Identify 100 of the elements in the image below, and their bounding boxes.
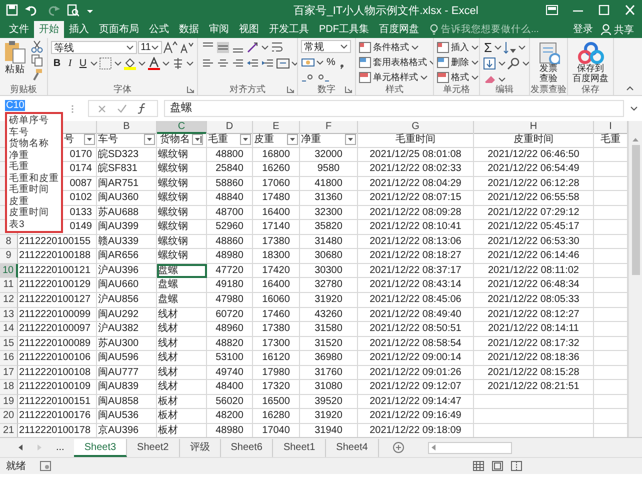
table-cell: 49180 <box>207 278 253 294</box>
table-cell: 螺纹钢 <box>157 176 207 192</box>
table-cell: 线材 <box>157 336 207 352</box>
table-cell: 盘螺 <box>157 293 207 308</box>
table-cell: 皖SF831 <box>97 162 157 177</box>
table-cell: 螺纹钢 <box>157 162 207 177</box>
table-cell: 17320 <box>253 380 300 395</box>
table-cell: 48800 <box>207 148 253 162</box>
group-label: 保存 <box>582 82 600 96</box>
group-label: 样式 <box>386 82 404 96</box>
table-cell: 48980 <box>207 249 253 264</box>
table-cell: 2112220100129 <box>18 278 97 294</box>
table-cell: 2021/12/22 08:15:28 <box>474 366 594 380</box>
table-cell: 螺纹钢 <box>157 191 207 206</box>
table-cell: 赣AU339 <box>97 234 157 250</box>
table-cell: 31920 <box>300 293 358 308</box>
table-cell: 2112220100127 <box>18 293 97 308</box>
table-cell: 皖SD323 <box>97 148 157 162</box>
table-cell: 31360 <box>300 191 358 206</box>
table-cell: 2021/12/22 06:54:49 <box>474 162 594 177</box>
table-cell: 2112220100151 <box>18 394 97 410</box>
table-cell: 苏AU300 <box>97 336 157 352</box>
table-cell: 16500 <box>253 394 300 410</box>
table-cell: 2021/12/22 09:16:49 <box>358 409 474 424</box>
table-cell: 线材 <box>157 351 207 366</box>
table-cell: 板材 <box>157 409 207 424</box>
group-label: 剪贴板 <box>10 82 37 96</box>
table-cell: 16060 <box>253 293 300 308</box>
table-cell: 螺纹钢 <box>157 234 207 250</box>
table-cell: 36980 <box>300 351 358 366</box>
table-cell: 闽AU292 <box>97 308 157 322</box>
table-cell: 2021/12/22 08:50:51 <box>358 322 474 337</box>
group-label: 字体 <box>114 82 132 96</box>
table-cell: 2021/12/22 08:13:06 <box>358 234 474 250</box>
window-title: 百家号_IT小人物示例文件.xlsx - Excel <box>292 4 480 18</box>
table-cell: 17060 <box>253 176 300 192</box>
table-cell: 2112220100106 <box>18 351 97 366</box>
table-cell: 32300 <box>300 206 358 220</box>
table-cell: 2021/12/22 06:46:50 <box>474 148 594 162</box>
header-cell: 号 <box>64 133 74 147</box>
table-cell: 16800 <box>253 148 300 162</box>
table-cell: 17300 <box>253 336 300 352</box>
table-cell: 58860 <box>207 176 253 192</box>
table-cell: 31480 <box>300 234 358 250</box>
table-cell: 2021/12/22 08:45:06 <box>358 293 474 308</box>
table-cell: 螺纹钢 <box>157 206 207 220</box>
header-cell: 货物名 <box>160 133 190 147</box>
table-cell: 2021/12/22 08:12:27 <box>474 308 594 322</box>
table-cell: 2021/12/22 09:12:07 <box>358 380 474 395</box>
table-cell: 30680 <box>300 249 358 264</box>
table-cell: 闽AR656 <box>97 249 157 264</box>
group-label: 单元格 <box>443 82 470 96</box>
table-cell: 闽AU596 <box>97 351 157 366</box>
table-cell: 2112220100097 <box>18 322 97 337</box>
table-cell: 56020 <box>207 394 253 410</box>
table-cell: 35820 <box>300 220 358 235</box>
table-cell: 48860 <box>207 234 253 250</box>
table-cell: 32780 <box>300 278 358 294</box>
table-cell: 2021/12/22 08:17:32 <box>474 336 594 352</box>
table-cell: 17480 <box>253 191 300 206</box>
table-cell: 16120 <box>253 351 300 366</box>
table-cell: 2112220100089 <box>18 336 97 352</box>
table-cell: 2021/12/22 08:58:54 <box>358 336 474 352</box>
table-cell: 2021/12/22 08:43:14 <box>358 278 474 294</box>
table-cell: 31760 <box>300 366 358 380</box>
table-cell: 闽AU399 <box>97 220 157 235</box>
table-cell: 2021/12/22 06:14:46 <box>474 249 594 264</box>
table-cell: 2021/12/22 08:11:02 <box>474 264 594 278</box>
table-cell: 47720 <box>207 264 253 278</box>
table-cell: 2021/12/22 09:00:14 <box>358 351 474 366</box>
table-cell: 2021/12/22 06:48:34 <box>474 278 594 294</box>
table-cell: 2021/12/22 08:09:28 <box>358 206 474 220</box>
table-cell: 2021/12/22 06:55:58 <box>474 191 594 206</box>
table-cell: 17420 <box>253 264 300 278</box>
table-cell: 2021/12/22 06:12:28 <box>474 176 594 192</box>
table-cell: 30300 <box>300 264 358 278</box>
table-cell: 31920 <box>300 409 358 424</box>
header-cell: 皮重 <box>254 133 274 147</box>
header-cell: 车号 <box>98 133 118 147</box>
status-text: 就绪 <box>6 460 26 473</box>
table-cell: 2021/12/22 09:14:47 <box>358 394 474 410</box>
table-cell: 闽AR751 <box>97 176 157 192</box>
table-cell: 32000 <box>300 148 358 162</box>
table-cell: 48960 <box>207 322 253 337</box>
table-cell: 9580 <box>300 162 358 177</box>
table-cell: 2112220100188 <box>18 249 97 264</box>
table-cell: 2021/12/22 08:18:36 <box>474 351 594 366</box>
header-cell: 毛重时间 <box>396 133 436 147</box>
table-cell: 沪AU396 <box>97 264 157 278</box>
table-cell: 2021/12/22 08:49:40 <box>358 308 474 322</box>
table-cell: 苏AU688 <box>97 206 157 220</box>
table-cell: 闽AU839 <box>97 380 157 395</box>
table-cell: 16400 <box>253 206 300 220</box>
table-cell: 2112220100176 <box>18 409 97 424</box>
table-cell: 线材 <box>157 380 207 395</box>
table-cell: 2112220100099 <box>18 308 97 322</box>
header-cell: 毛重 <box>208 133 228 147</box>
table-cell: 17380 <box>253 234 300 250</box>
table-cell: 60720 <box>207 308 253 322</box>
table-cell: 53100 <box>207 351 253 366</box>
